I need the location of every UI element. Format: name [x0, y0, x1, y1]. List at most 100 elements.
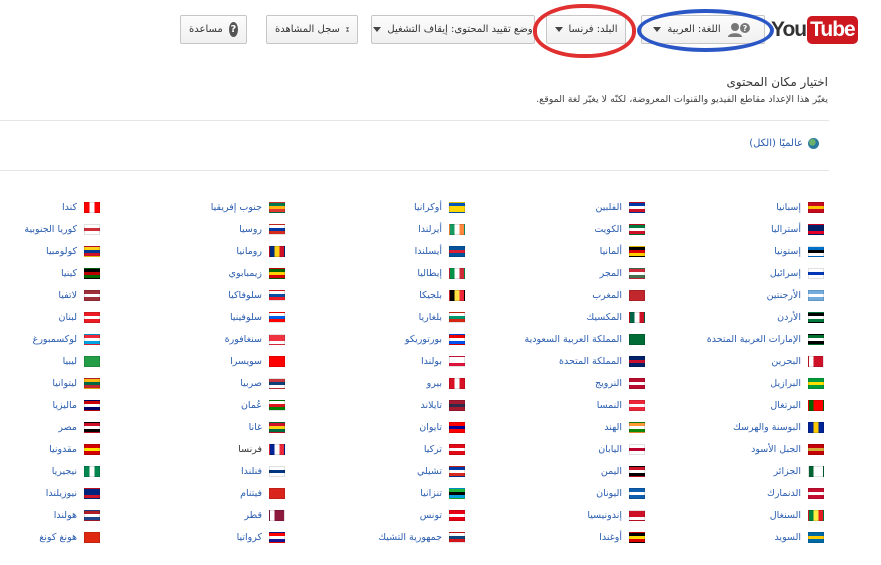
country-option[interactable]: المجر: [475, 262, 645, 284]
country-label: السنغال: [769, 509, 801, 521]
country-option[interactable]: بورتوريكو: [295, 328, 465, 350]
country-option[interactable]: فنلندا: [115, 460, 285, 482]
country-option[interactable]: النرويج: [475, 372, 645, 394]
worldwide-option[interactable]: عالميًا (الكل): [749, 138, 819, 149]
country-option[interactable]: أستراليا: [654, 218, 824, 240]
country-option[interactable]: الفلبين: [475, 196, 645, 218]
country-option[interactable]: اليابان: [475, 438, 645, 460]
country-option[interactable]: نيجيريا: [0, 460, 100, 482]
country-option[interactable]: الهند: [475, 416, 645, 438]
country-option[interactable]: كولومبيا: [0, 240, 100, 262]
history-button[interactable]: سجل المشاهدة: [266, 15, 358, 44]
country-option[interactable]: السويد: [654, 526, 824, 548]
country-option[interactable]: إستونيا: [654, 240, 824, 262]
country-option[interactable]: أيسلندا: [295, 240, 465, 262]
country-option[interactable]: تنزانيا: [295, 482, 465, 504]
country-option[interactable]: الكويت: [475, 218, 645, 240]
country-option[interactable]: أوغندا: [475, 526, 645, 548]
country-option[interactable]: كينيا: [0, 262, 100, 284]
country-option[interactable]: تايوان: [295, 416, 465, 438]
country-option[interactable]: كندا: [0, 196, 100, 218]
country-option[interactable]: إسبانيا: [654, 196, 824, 218]
country-option[interactable]: تونس: [295, 504, 465, 526]
country-option[interactable]: لبنان: [0, 306, 100, 328]
country-option[interactable]: فرنسا: [115, 438, 285, 460]
country-option[interactable]: مقدونيا: [0, 438, 100, 460]
country-option[interactable]: تشيلي: [295, 460, 465, 482]
country-option[interactable]: البرتغال: [654, 394, 824, 416]
country-option[interactable]: تركيا: [295, 438, 465, 460]
country-option[interactable]: هولندا: [0, 504, 100, 526]
country-option[interactable]: مصر: [0, 416, 100, 438]
flag-icon: [629, 245, 645, 257]
country-option[interactable]: كوريا الجنوبية: [0, 218, 100, 240]
country-option[interactable]: بيرو: [295, 372, 465, 394]
flag-icon: [629, 355, 645, 367]
country-option[interactable]: الدنمارك: [654, 482, 824, 504]
country-option[interactable]: إسرائيل: [654, 262, 824, 284]
country-option[interactable]: ليتوانيا: [0, 372, 100, 394]
country-option[interactable]: هونغ كونغ: [0, 526, 100, 548]
country-option[interactable]: إندونيسيا: [475, 504, 645, 526]
country-option[interactable]: إيطاليا: [295, 262, 465, 284]
help-button[interactable]: ? مساعدة: [180, 15, 247, 44]
country-option[interactable]: روسيا: [115, 218, 285, 240]
country-button[interactable]: البلد: فرنسا: [546, 15, 626, 44]
country-option[interactable]: سنغافورة: [115, 328, 285, 350]
country-option[interactable]: بلغاريا: [295, 306, 465, 328]
country-option[interactable]: جنوب إفريقيا: [115, 196, 285, 218]
flag-icon: [808, 509, 824, 521]
country-option[interactable]: اليمن: [475, 460, 645, 482]
country-option[interactable]: بولندا: [295, 350, 465, 372]
restricted-mode-button[interactable]: وضع تقييد المحتوى: إيقاف التشغيل: [371, 15, 535, 44]
chevron-down-icon: [554, 27, 563, 32]
country-column: الفلبين الكويت ألمانيا المجر المغرب المكسيك ال…: [475, 196, 645, 548]
country-label: تونس: [419, 509, 442, 521]
country-option[interactable]: كرواتيا: [115, 526, 285, 548]
logo-you-text: You: [771, 18, 807, 41]
country-option[interactable]: المكسيك: [475, 306, 645, 328]
country-option[interactable]: عُمان: [115, 394, 285, 416]
country-option[interactable]: ليبيا: [0, 350, 100, 372]
country-option[interactable]: المغرب: [475, 284, 645, 306]
country-option[interactable]: المملكة العربية السعودية: [475, 328, 645, 350]
country-option[interactable]: البرازيل: [654, 372, 824, 394]
country-option[interactable]: لاتفيا: [0, 284, 100, 306]
country-option[interactable]: السنغال: [654, 504, 824, 526]
country-option[interactable]: نيوزيلندا: [0, 482, 100, 504]
youtube-logo[interactable]: You Tube: [771, 14, 858, 46]
country-option[interactable]: غانا: [115, 416, 285, 438]
country-option[interactable]: الأرجنتين: [654, 284, 824, 306]
country-option[interactable]: ماليزيا: [0, 394, 100, 416]
country-option[interactable]: سلوفاكيا: [115, 284, 285, 306]
flag-icon: [629, 201, 645, 213]
country-option[interactable]: النمسا: [475, 394, 645, 416]
country-option[interactable]: الجزائر: [654, 460, 824, 482]
country-option[interactable]: فيتنام: [115, 482, 285, 504]
country-option[interactable]: قطر: [115, 504, 285, 526]
country-option[interactable]: سويسرا: [115, 350, 285, 372]
country-option[interactable]: الأردن: [654, 306, 824, 328]
country-option[interactable]: أيرلندا: [295, 218, 465, 240]
country-label: النرويج: [594, 377, 622, 389]
country-option[interactable]: الجبل الأسود: [654, 438, 824, 460]
country-option[interactable]: لوكسمبورغ: [0, 328, 100, 350]
country-option[interactable]: صربيا: [115, 372, 285, 394]
country-option[interactable]: المملكة المتحدة: [475, 350, 645, 372]
language-button[interactable]: ? اللغة: العربية: [641, 15, 765, 44]
country-option[interactable]: اليونان: [475, 482, 645, 504]
country-option[interactable]: البوسنة والهرسك: [654, 416, 824, 438]
country-label: الأرجنتين: [766, 289, 801, 301]
country-option[interactable]: الإمارات العربية المتحدة: [654, 328, 824, 350]
country-option[interactable]: سلوفينيا: [115, 306, 285, 328]
country-option[interactable]: البحرين: [654, 350, 824, 372]
country-option[interactable]: بلجيكا: [295, 284, 465, 306]
country-option[interactable]: تايلاند: [295, 394, 465, 416]
country-option[interactable]: رومانيا: [115, 240, 285, 262]
country-label: ليبيا: [62, 355, 77, 367]
country-option[interactable]: جمهورية التشيك: [295, 526, 465, 548]
country-option[interactable]: ألمانيا: [475, 240, 645, 262]
country-option[interactable]: أوكرانيا: [295, 196, 465, 218]
country-option[interactable]: زيمبابوي: [115, 262, 285, 284]
country-label: سلوفينيا: [229, 311, 262, 323]
